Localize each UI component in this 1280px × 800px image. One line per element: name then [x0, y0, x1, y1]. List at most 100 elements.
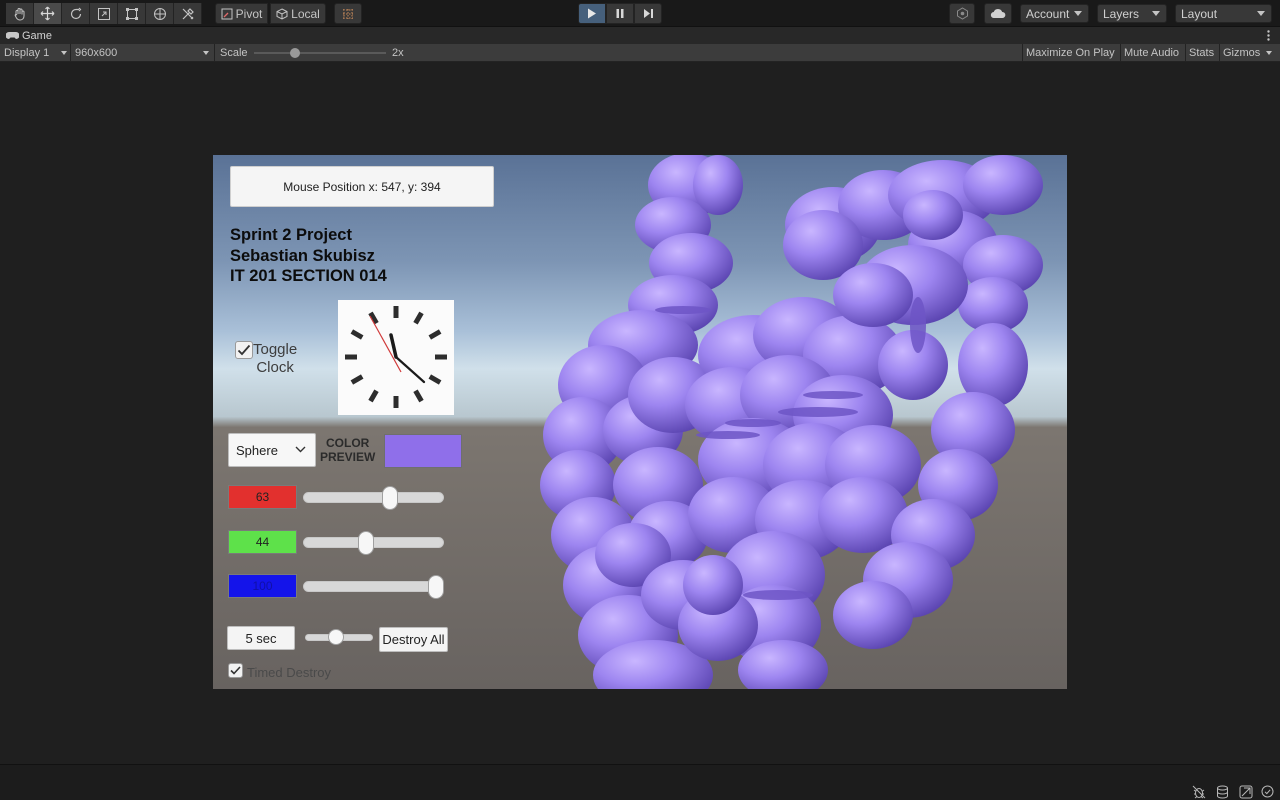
more-options-icon[interactable]	[1267, 30, 1270, 41]
account-dropdown[interactable]: Account	[1020, 4, 1089, 23]
account-label: Account	[1026, 6, 1070, 21]
layers-dropdown[interactable]: Layers	[1097, 4, 1167, 23]
clock-tick	[428, 374, 442, 385]
move-tool-button[interactable]	[34, 3, 62, 24]
clock-tick	[393, 396, 399, 408]
title-line: Sprint 2 Project	[230, 226, 352, 244]
color-preview-label: COLOR PREVIEW	[320, 436, 375, 464]
status-bar	[0, 764, 1280, 800]
color-label-line: COLOR	[326, 436, 370, 450]
step-icon	[643, 9, 653, 18]
red-slider-track[interactable]	[303, 492, 444, 503]
divider	[214, 44, 215, 62]
move-arrows-icon	[40, 6, 55, 21]
custom-tool-button[interactable]	[174, 3, 202, 24]
grid-snap-icon	[343, 8, 353, 19]
mute-audio-toggle[interactable]: Mute Audio	[1124, 44, 1179, 62]
scale-tool-button[interactable]	[90, 3, 118, 24]
display-label: Display 1	[4, 47, 50, 59]
timed-destroy-label: Timed Destroy	[247, 665, 332, 680]
database-icon[interactable]	[1216, 785, 1229, 799]
scale-icon	[97, 7, 110, 20]
chevron-down-icon	[1074, 11, 1082, 16]
clock-tick	[350, 374, 364, 385]
transform-tool-button[interactable]	[146, 3, 174, 24]
clock-tick	[350, 329, 364, 340]
chevron-down-icon	[1152, 11, 1160, 16]
toggle-clock-checkbox[interactable]	[235, 341, 253, 359]
clock-tick	[435, 354, 447, 360]
resolution-dropdown[interactable]: 960x600	[75, 44, 213, 62]
local-button[interactable]: Local	[270, 3, 326, 24]
clock-tick	[413, 389, 424, 403]
play-button[interactable]	[578, 3, 606, 24]
scale-slider-thumb[interactable]	[290, 48, 300, 58]
cloud-button[interactable]	[984, 3, 1012, 24]
divider	[70, 44, 71, 62]
combined-transform-icon	[153, 7, 166, 20]
divider	[1022, 44, 1023, 62]
hand-tool-button[interactable]	[6, 3, 34, 24]
step-button[interactable]	[634, 3, 662, 24]
rotate-tool-button[interactable]	[62, 3, 90, 24]
pause-button[interactable]	[606, 3, 634, 24]
layout-dropdown[interactable]: Layout	[1175, 4, 1272, 23]
checkmark-icon	[230, 666, 241, 675]
blue-slider-thumb[interactable]	[428, 575, 444, 599]
clock-tick	[368, 389, 379, 403]
toggle-clock-label: Toggle Clock	[253, 341, 297, 377]
pivot-button[interactable]: Pivot	[215, 3, 268, 24]
timed-destroy-checkbox[interactable]	[228, 663, 243, 678]
network-icon[interactable]	[1239, 785, 1253, 799]
display-dropdown[interactable]: Display 1	[4, 44, 70, 62]
scale-value: 2x	[392, 47, 404, 59]
collab-icon	[956, 7, 968, 20]
pivot-label: Pivot	[235, 6, 263, 21]
hand-icon	[14, 7, 24, 21]
clock-tick	[428, 329, 442, 340]
cloud-icon	[990, 8, 1006, 19]
play-icon	[588, 8, 596, 19]
course-line: IT 201 SECTION 014	[230, 267, 387, 285]
toggle-clock-label-line: Clock	[256, 359, 294, 376]
blue-value-input[interactable]: 100	[228, 574, 297, 598]
tab-bar: Game	[0, 27, 1280, 44]
red-slider-thumb[interactable]	[381, 486, 398, 510]
tools-icon	[182, 7, 194, 19]
chevron-down-icon	[295, 446, 306, 453]
green-value-input[interactable]: 44	[228, 530, 297, 554]
project-title: Sprint 2 Project Sebastian Skubisz IT 20…	[230, 225, 387, 287]
blue-slider-track[interactable]	[303, 581, 444, 592]
chevron-down-icon[interactable]	[1266, 51, 1272, 55]
analog-clock	[338, 300, 454, 415]
chevron-down-icon	[1257, 11, 1265, 16]
scale-label: Scale	[220, 47, 248, 59]
game-view-bar: Display 1 960x600 Scale 2x Maximize On P…	[0, 44, 1280, 62]
layers-label: Layers	[1103, 6, 1140, 21]
timer-value-display: 5 sec	[227, 626, 295, 650]
shape-select[interactable]: Sphere	[228, 433, 316, 467]
local-label: Local	[291, 6, 320, 21]
collab-button[interactable]	[949, 3, 975, 24]
maximize-on-play-toggle[interactable]: Maximize On Play	[1026, 44, 1115, 62]
rect-tool-button[interactable]	[118, 3, 146, 24]
bug-icon[interactable]	[1192, 785, 1206, 799]
destroy-all-button[interactable]: Destroy All	[379, 627, 448, 652]
toggle-clock-label-line: Toggle	[253, 341, 298, 358]
tab-game[interactable]: Game	[0, 27, 58, 44]
tab-game-label: Game	[22, 29, 52, 42]
check-circle-icon[interactable]	[1261, 785, 1274, 798]
green-slider-thumb[interactable]	[358, 531, 374, 555]
author-line: Sebastian Skubisz	[230, 246, 375, 265]
resolution-label: 960x600	[75, 47, 118, 59]
clock-tick	[393, 306, 399, 318]
grid-snap-button[interactable]	[334, 3, 362, 24]
game-render[interactable]: Mouse Position x: 547, y: 394 Sprint 2 P…	[213, 155, 1067, 689]
rotate-icon	[70, 7, 81, 19]
gizmos-toggle[interactable]: Gizmos	[1223, 44, 1260, 62]
stats-toggle[interactable]: Stats	[1189, 44, 1214, 62]
cube-icon	[276, 7, 288, 20]
scale-slider-track[interactable]	[254, 52, 386, 54]
color-label-line: PREVIEW	[320, 450, 376, 464]
red-value-input[interactable]: 63	[228, 485, 297, 509]
